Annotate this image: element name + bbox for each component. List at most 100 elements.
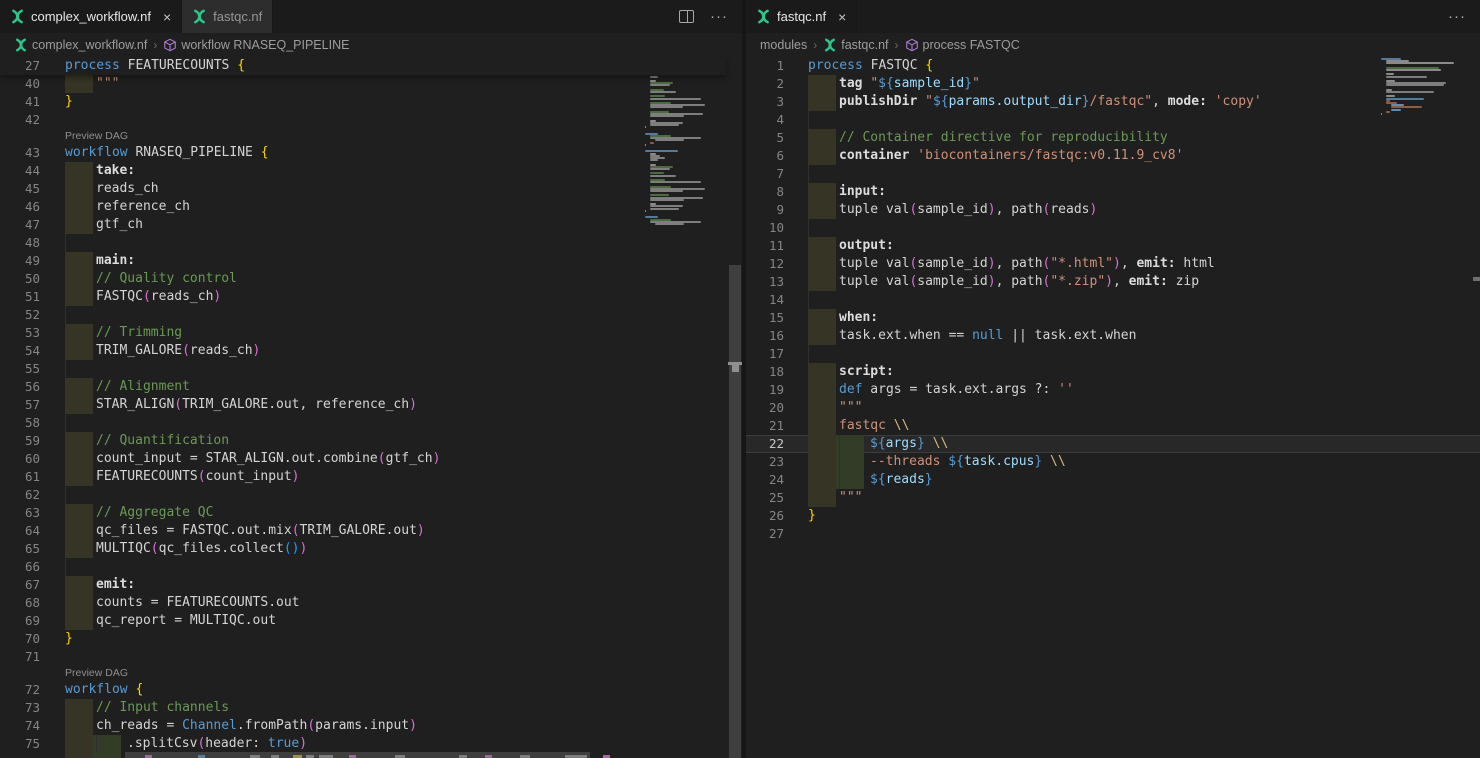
code-line[interactable]: 43workflow RNASEQ_PIPELINE { (0, 144, 742, 162)
code-line[interactable]: 46reference_ch (0, 198, 742, 216)
code-editor[interactable]: 40"""41}42Preview DAG43workflow RNASEQ_P… (0, 57, 742, 758)
line-number[interactable]: 16 (746, 327, 784, 345)
line-number[interactable]: 47 (0, 216, 40, 234)
code-line[interactable]: 9tuple val(sample_id), path(reads) (746, 201, 1480, 219)
code-line[interactable]: 4 (746, 111, 1480, 129)
code-line[interactable]: 14 (746, 291, 1480, 309)
code-line[interactable]: 56// Alignment (0, 378, 742, 396)
code-line[interactable]: 70} (0, 630, 742, 648)
codelens-preview-dag[interactable]: Preview DAG (65, 129, 128, 144)
line-number[interactable]: 43 (0, 144, 40, 162)
line-number[interactable]: 7 (746, 165, 784, 183)
line-number[interactable]: 55 (0, 360, 40, 378)
line-number[interactable]: 42 (0, 111, 40, 129)
split-editor-icon[interactable] (679, 10, 694, 23)
codelens-preview-dag[interactable]: Preview DAG (65, 666, 128, 681)
tab-fastqc-nf[interactable]: fastqc.nf× (746, 0, 857, 33)
line-number[interactable]: 61 (0, 468, 40, 486)
code-line[interactable]: 40""" (0, 75, 742, 93)
code-line[interactable]: 22${args} \\ (746, 435, 1480, 453)
line-number[interactable]: 48 (0, 234, 40, 252)
code-line[interactable]: 59// Quantification (0, 432, 742, 450)
code-line[interactable]: 6container 'biocontainers/fastqc:v0.11.9… (746, 147, 1480, 165)
code-line[interactable]: 17 (746, 345, 1480, 363)
line-number[interactable]: 58 (0, 414, 40, 432)
tab-close-icon[interactable]: × (163, 10, 171, 24)
vertical-scrollbar[interactable] (1466, 57, 1480, 758)
line-number[interactable]: 21 (746, 417, 784, 435)
line-number[interactable]: 25 (746, 489, 784, 507)
breadcrumb-item[interactable]: complex_workflow.nf (14, 38, 147, 52)
line-number[interactable]: 71 (0, 648, 40, 666)
line-number[interactable]: 8 (746, 183, 784, 201)
code-line[interactable]: 73// Input channels (0, 699, 742, 717)
line-number[interactable]: 5 (746, 129, 784, 147)
code-line[interactable]: 50// Quality control (0, 270, 742, 288)
line-number[interactable]: 9 (746, 201, 784, 219)
line-number[interactable]: 50 (0, 270, 40, 288)
line-number[interactable]: 40 (0, 75, 40, 93)
code-line[interactable]: 61FEATURECOUNTS(count_input) (0, 468, 742, 486)
code-line[interactable]: 23--threads ${task.cpus} \\ (746, 453, 1480, 471)
code-line[interactable]: 53// Trimming (0, 324, 742, 342)
line-number[interactable]: 59 (0, 432, 40, 450)
code-line[interactable]: 25""" (746, 489, 1480, 507)
vertical-scrollbar[interactable] (728, 57, 742, 758)
line-number[interactable]: 57 (0, 396, 40, 414)
line-number[interactable]: 73 (0, 699, 40, 717)
code-line[interactable]: 72workflow { (0, 681, 742, 699)
code-line[interactable]: 48 (0, 234, 742, 252)
line-number[interactable]: 11 (746, 237, 784, 255)
code-line[interactable]: 10 (746, 219, 1480, 237)
code-line[interactable]: 66 (0, 558, 742, 576)
more-actions-icon[interactable]: ··· (710, 9, 728, 24)
line-number[interactable]: 70 (0, 630, 40, 648)
code-line[interactable]: 1process FASTQC { (746, 57, 1480, 75)
code-line[interactable]: 42 (0, 111, 742, 129)
codelens[interactable]: Preview DAG (0, 129, 742, 144)
scrollbar-thumb[interactable] (729, 265, 741, 758)
code-line[interactable]: 52 (0, 306, 742, 324)
line-number[interactable]: 62 (0, 486, 40, 504)
line-number[interactable]: 53 (0, 324, 40, 342)
line-number[interactable]: 60 (0, 450, 40, 468)
line-number[interactable]: 49 (0, 252, 40, 270)
line-number[interactable]: 4 (746, 111, 784, 129)
line-number[interactable]: 20 (746, 399, 784, 417)
code-line[interactable]: 5// Container directive for reproducibil… (746, 129, 1480, 147)
breadcrumb-item[interactable]: modules (760, 38, 807, 52)
tab-fastqc-nf[interactable]: fastqc.nf (182, 0, 273, 33)
line-number[interactable]: 3 (746, 93, 784, 111)
code-editor[interactable]: 1process FASTQC {2tag "${sample_id}"3pub… (746, 57, 1480, 758)
line-number[interactable]: 15 (746, 309, 784, 327)
code-line[interactable]: 27 (746, 525, 1480, 543)
more-actions-icon[interactable]: ··· (1448, 9, 1466, 24)
line-number[interactable]: 69 (0, 612, 40, 630)
line-number[interactable]: 46 (0, 198, 40, 216)
code-line[interactable]: 51FASTQC(reads_ch) (0, 288, 742, 306)
line-number[interactable]: 56 (0, 378, 40, 396)
code-line[interactable]: 11output: (746, 237, 1480, 255)
line-number[interactable]: 51 (0, 288, 40, 306)
code-line[interactable]: 60count_input = STAR_ALIGN.out.combine(g… (0, 450, 742, 468)
line-number[interactable]: 2 (746, 75, 784, 93)
line-number[interactable]: 72 (0, 681, 40, 699)
code-line[interactable]: 24${reads} (746, 471, 1480, 489)
line-number[interactable]: 18 (746, 363, 784, 381)
code-line[interactable]: 26} (746, 507, 1480, 525)
line-number[interactable]: 19 (746, 381, 784, 399)
code-line[interactable]: 45reads_ch (0, 180, 742, 198)
code-line[interactable]: 75.splitCsv(header: true) (0, 735, 742, 753)
code-line[interactable]: 8input: (746, 183, 1480, 201)
line-number[interactable]: 64 (0, 522, 40, 540)
code-line[interactable]: 62 (0, 486, 742, 504)
line-number[interactable]: 74 (0, 717, 40, 735)
code-line[interactable]: 16task.ext.when == null || task.ext.when (746, 327, 1480, 345)
sticky-scroll-line[interactable]: 27process FEATURECOUNTS { (0, 57, 726, 75)
code-line[interactable]: 47gtf_ch (0, 216, 742, 234)
breadcrumb-item[interactable]: fastqc.nf (823, 38, 888, 52)
code-line[interactable]: 21fastqc \\ (746, 417, 1480, 435)
code-line[interactable]: 41} (0, 93, 742, 111)
line-number[interactable]: 68 (0, 594, 40, 612)
code-line[interactable]: 74ch_reads = Channel.fromPath(params.inp… (0, 717, 742, 735)
